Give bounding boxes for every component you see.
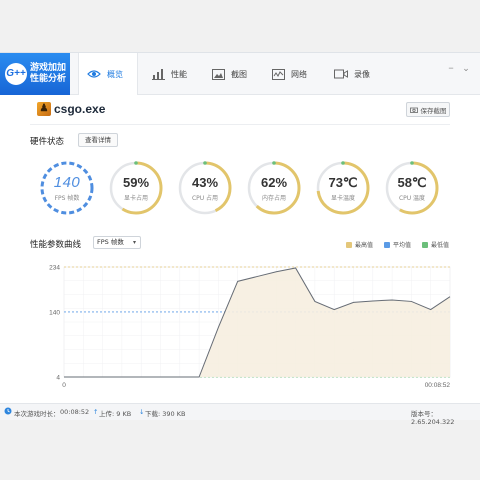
legend-avg: 平均值 [384, 240, 411, 249]
metric-select-value: FPS 帧数 [97, 238, 124, 246]
logo-text: 游戏加加 性能分析 [30, 63, 66, 85]
gauge-memory-usage: 62% 内存占用 [246, 160, 302, 216]
gauge-value: 59% [122, 175, 150, 190]
gauge-marker [203, 161, 207, 165]
y-tick-label: 234 [49, 265, 60, 272]
gauge-value: 73℃ [328, 175, 358, 190]
tab-network-label: 网络 [291, 69, 307, 79]
gauge-fps: 140 FPS 帧数 [39, 160, 95, 216]
tab-recording-label: 录像 [354, 69, 370, 79]
x-tick-label-end: 00:08:52 [425, 382, 451, 389]
game-name: csgo.exe [54, 102, 106, 116]
status-bar: 本次游戏时长： 00:08:52 ↑ 上传: 9 KB ↓ 下载: 390 KB… [0, 403, 480, 426]
save-screenshot-button[interactable]: 保存截图 [406, 102, 450, 117]
gauge-marker [410, 161, 414, 165]
gauge-value: 43% [191, 175, 219, 190]
tab-screenshot-label: 截图 [231, 69, 247, 79]
game-icon: ♟ [37, 102, 51, 116]
gauge-value: 140 [53, 174, 81, 191]
gauge-marker [272, 161, 276, 165]
chart-section-title: 性能参数曲线 [30, 240, 82, 250]
y-tick-label: 4 [56, 375, 60, 382]
gauge-label: CPU 占用 [191, 195, 219, 202]
bar-chart-icon [152, 69, 165, 80]
upload-arrow-icon: ↑ [93, 408, 99, 416]
legend-label: 平均值 [393, 242, 412, 249]
camera-icon [409, 107, 418, 113]
tab-performance-label: 性能 [171, 69, 187, 79]
app-logo: G++ 游戏加加 性能分析 [0, 53, 70, 95]
legend-swatch-min [422, 241, 428, 248]
title-bar: G++ 游戏加加 性能分析 概览 性能 截图 网络 录像 − ⌄ [0, 53, 480, 95]
logo-line-2: 性能分析 [30, 74, 67, 84]
gauge-cpu-temp: 58℃ CPU 温度 [384, 160, 440, 216]
logo-line-1: 游戏加加 [30, 63, 67, 73]
menu-chevron-icon[interactable]: ⌄ [461, 63, 471, 73]
gauge-label: CPU 温度 [398, 195, 426, 202]
legend-label: 最高值 [355, 242, 374, 249]
eye-icon [87, 70, 101, 78]
view-details-button[interactable]: 查看详情 [78, 133, 118, 147]
tab-overview-label: 概览 [107, 69, 123, 79]
session-label: 本次游戏时长： [14, 410, 60, 418]
gauge-value: 62% [260, 175, 288, 190]
gauge-gpu-usage: 59% 显卡占用 [108, 160, 164, 216]
gauge-value: 58℃ [397, 175, 427, 190]
image-icon [212, 68, 225, 80]
minimize-button[interactable]: − [446, 63, 456, 73]
gauge-marker [341, 161, 345, 165]
download-arrow-icon: ↓ [139, 408, 145, 416]
upload-amount: 上传: 9 KB [99, 410, 132, 418]
tab-network[interactable]: 网络 [264, 53, 315, 95]
gauge-label: 显卡温度 [330, 195, 355, 202]
dropdown-caret-icon: ▾ [132, 239, 136, 246]
gauge-label: 内存占用 [261, 195, 286, 202]
gauge-label: 显卡占用 [123, 195, 148, 202]
tab-overview[interactable]: 概览 [78, 53, 138, 95]
logo-mark: G++ [5, 63, 27, 85]
download-amount: 下载: 390 KB [145, 410, 186, 418]
gauge-cpu-usage: 43% CPU 占用 [177, 160, 233, 216]
x-tick-label-start: 0 [62, 382, 66, 389]
header-divider [30, 124, 450, 125]
clock-icon [4, 407, 12, 417]
legend-swatch-max [346, 241, 352, 248]
hardware-status-title: 硬件状态 [30, 137, 65, 147]
tab-screenshot[interactable]: 截图 [204, 53, 255, 95]
legend-min: 最低值 [422, 240, 449, 249]
tab-performance[interactable]: 性能 [144, 53, 195, 95]
metric-select[interactable]: FPS 帧数 ▾ [93, 236, 141, 249]
y-tick-label: 140 [49, 309, 60, 316]
legend-max: 最高值 [346, 240, 373, 249]
gauge-label: FPS 帧数 [54, 195, 80, 202]
session-time: 00:08:52 [60, 408, 90, 416]
version-text: 版本号：2.65.204.322 [411, 410, 455, 426]
legend-swatch-avg [384, 241, 390, 248]
legend-label: 最低值 [431, 242, 450, 249]
network-icon [272, 68, 285, 80]
save-screenshot-label: 保存截图 [420, 106, 447, 115]
tab-recording[interactable]: 录像 [326, 53, 378, 95]
gauge-marker [134, 161, 138, 165]
video-icon [334, 69, 348, 79]
fps-chart: 4 140 234 0 00:08:52 [49, 265, 451, 390]
gauge-gpu-temp: 73℃ 显卡温度 [315, 160, 371, 216]
